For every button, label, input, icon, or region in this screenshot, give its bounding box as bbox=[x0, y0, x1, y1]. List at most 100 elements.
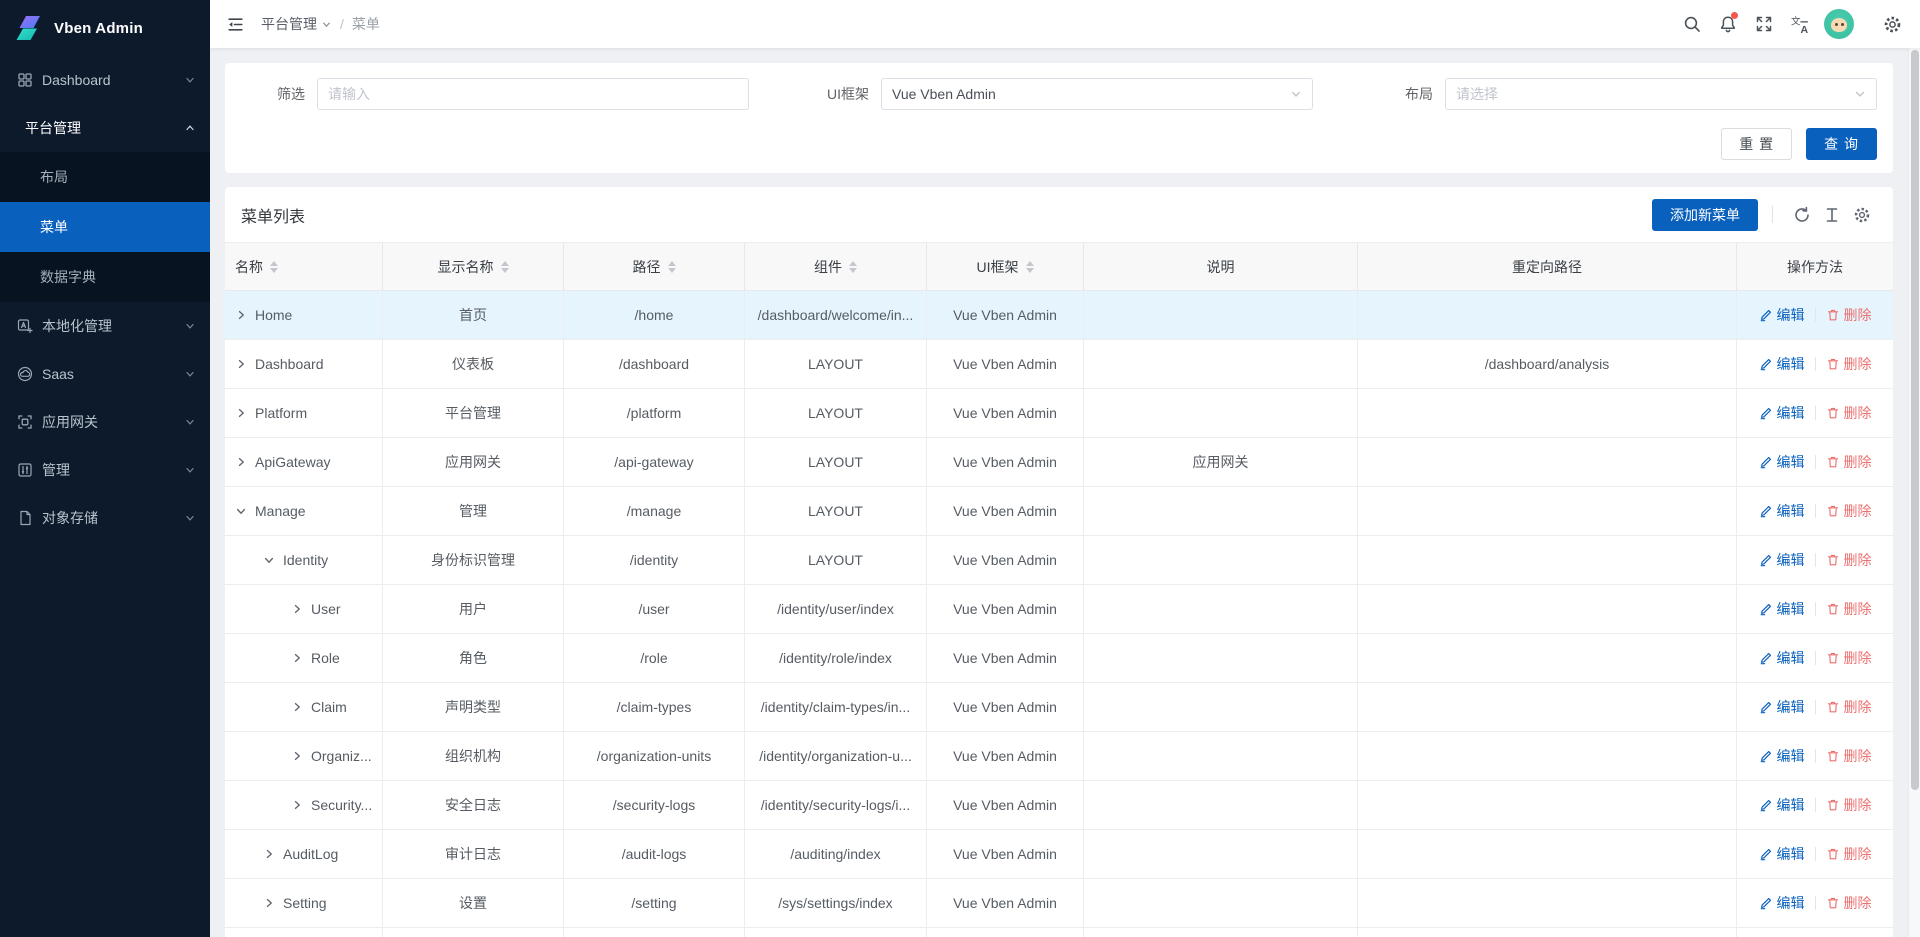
table-row[interactable]: Home首页/home/dashboard/welcome/in...Vue V… bbox=[225, 291, 1893, 340]
column-header-component[interactable]: 组件 bbox=[745, 243, 927, 290]
delete-button[interactable]: 删除 bbox=[1826, 354, 1872, 374]
table-row[interactable]: Setting设置/setting/sys/settings/indexVue … bbox=[225, 879, 1893, 928]
edit-button[interactable]: 编辑 bbox=[1759, 648, 1805, 668]
table-row[interactable]: Role角色/role/identity/role/indexVue Vben … bbox=[225, 634, 1893, 683]
delete-button[interactable]: 删除 bbox=[1826, 648, 1872, 668]
sort-icon[interactable] bbox=[1026, 261, 1034, 273]
table-row[interactable]: ApiGateway应用网关/api-gatewayLAYOUTVue Vben… bbox=[225, 438, 1893, 487]
menu-list-panel: 菜单列表 添加新菜单 名称显示名称路径组件UI框架说明重定向路径操作方法 bbox=[225, 187, 1893, 937]
layout-select[interactable]: 请选择 bbox=[1445, 78, 1877, 110]
column-header-ui-framework[interactable]: UI框架 bbox=[927, 243, 1084, 290]
sort-icon[interactable] bbox=[849, 261, 857, 273]
breadcrumb-platform[interactable]: 平台管理 bbox=[261, 14, 332, 34]
table-row[interactable]: AuditLog审计日志/audit-logs/auditing/indexVu… bbox=[225, 830, 1893, 879]
settings-gear-icon[interactable] bbox=[1874, 6, 1910, 42]
sidebar-item-saas[interactable]: Saas bbox=[0, 350, 210, 398]
filter-input[interactable] bbox=[317, 78, 749, 110]
sidebar-item-data-dictionary[interactable]: 数据字典 bbox=[0, 252, 210, 302]
expand-chevron-icon[interactable] bbox=[235, 358, 247, 370]
edit-button[interactable]: 编辑 bbox=[1759, 893, 1805, 913]
cell-ui-framework: Vue Vben Admin bbox=[927, 585, 1084, 633]
expand-chevron-icon[interactable] bbox=[235, 309, 247, 321]
delete-button[interactable]: 删除 bbox=[1826, 550, 1872, 570]
table-row[interactable]: Manage管理/manageLAYOUTVue Vben Admin编辑删除 bbox=[225, 487, 1893, 536]
expand-chevron-icon[interactable] bbox=[291, 701, 303, 713]
reset-button[interactable]: 重 置 bbox=[1721, 128, 1792, 160]
expand-chevron-icon[interactable] bbox=[291, 603, 303, 615]
expand-chevron-icon[interactable] bbox=[291, 799, 303, 811]
edit-button[interactable]: 编辑 bbox=[1759, 305, 1805, 325]
edit-button[interactable]: 编辑 bbox=[1759, 452, 1805, 472]
delete-button[interactable]: 删除 bbox=[1826, 844, 1872, 864]
sidebar-item-app-gateway[interactable]: 应用网关 bbox=[0, 398, 210, 446]
cell-component: /identity/security-logs/i... bbox=[745, 781, 927, 829]
edit-button[interactable]: 编辑 bbox=[1759, 844, 1805, 864]
sidebar-item-layout[interactable]: 布局 bbox=[0, 152, 210, 202]
delete-button[interactable]: 删除 bbox=[1826, 452, 1872, 472]
expand-chevron-icon[interactable] bbox=[291, 652, 303, 664]
sidebar-item-menu[interactable]: 菜单 bbox=[0, 202, 210, 252]
table-row[interactable]: User用户/user/identity/user/indexVue Vben … bbox=[225, 585, 1893, 634]
search-icon[interactable] bbox=[1674, 6, 1710, 42]
delete-button[interactable]: 删除 bbox=[1826, 305, 1872, 325]
edit-button[interactable]: 编辑 bbox=[1759, 795, 1805, 815]
column-settings-gear-icon[interactable] bbox=[1847, 200, 1877, 230]
edit-button[interactable]: 编辑 bbox=[1759, 746, 1805, 766]
cell-description bbox=[1084, 634, 1358, 682]
ui-framework-select[interactable]: Vue Vben Admin bbox=[881, 78, 1313, 110]
expand-chevron-icon[interactable] bbox=[235, 407, 247, 419]
expand-chevron-icon[interactable] bbox=[263, 848, 275, 860]
expand-chevron-icon[interactable] bbox=[235, 456, 247, 468]
action-divider bbox=[1815, 651, 1816, 665]
expand-chevron-icon[interactable] bbox=[235, 505, 247, 517]
sidebar-item-dashboard[interactable]: Dashboard bbox=[0, 56, 210, 104]
edit-button[interactable]: 编辑 bbox=[1759, 354, 1805, 374]
delete-button[interactable]: 删除 bbox=[1826, 403, 1872, 423]
cell-name: Claim bbox=[225, 683, 383, 731]
sidebar-item-management[interactable]: 管理 bbox=[0, 446, 210, 494]
sidebar-item-localization-management[interactable]: 本地化管理 bbox=[0, 302, 210, 350]
sidebar-item-object-storage[interactable]: 对象存储 bbox=[0, 494, 210, 542]
delete-button[interactable]: 删除 bbox=[1826, 795, 1872, 815]
edit-button[interactable]: 编辑 bbox=[1759, 550, 1805, 570]
delete-button[interactable]: 删除 bbox=[1826, 893, 1872, 913]
row-height-icon[interactable] bbox=[1817, 200, 1847, 230]
table-row[interactable]: Organiz...组织机构/organization-units/identi… bbox=[225, 732, 1893, 781]
notification-bell-icon[interactable] bbox=[1710, 6, 1746, 42]
delete-button[interactable]: 删除 bbox=[1826, 599, 1872, 619]
edit-button[interactable]: 编辑 bbox=[1759, 599, 1805, 619]
column-header-display-name[interactable]: 显示名称 bbox=[383, 243, 564, 290]
edit-button[interactable]: 编辑 bbox=[1759, 403, 1805, 423]
edit-button[interactable]: 编辑 bbox=[1759, 501, 1805, 521]
collapse-sidebar-icon[interactable] bbox=[226, 15, 245, 34]
sort-icon[interactable] bbox=[501, 261, 509, 273]
table-row[interactable]: Platform平台管理/platformLAYOUTVue Vben Admi… bbox=[225, 389, 1893, 438]
fullscreen-icon[interactable] bbox=[1746, 6, 1782, 42]
user-avatar[interactable] bbox=[1824, 9, 1854, 39]
delete-button[interactable]: 删除 bbox=[1826, 746, 1872, 766]
app-logo[interactable]: Vben Admin bbox=[0, 0, 210, 56]
table-row[interactable]: Identity身份标识管理/identityLAYOUTVue Vben Ad… bbox=[225, 536, 1893, 585]
sort-icon[interactable] bbox=[668, 261, 676, 273]
delete-button[interactable]: 删除 bbox=[1826, 501, 1872, 521]
column-header-path[interactable]: 路径 bbox=[564, 243, 745, 290]
table-row[interactable]: Claim声明类型/claim-types/identity/claim-typ… bbox=[225, 683, 1893, 732]
add-menu-button[interactable]: 添加新菜单 bbox=[1652, 199, 1758, 231]
sidebar-item-platform-management[interactable]: 平台管理 bbox=[0, 104, 210, 152]
table-row[interactable]: Security...安全日志/security-logs/identity/s… bbox=[225, 781, 1893, 830]
sort-icon[interactable] bbox=[270, 261, 278, 273]
expand-chevron-icon[interactable] bbox=[291, 750, 303, 762]
delete-button[interactable]: 删除 bbox=[1826, 697, 1872, 717]
edit-button[interactable]: 编辑 bbox=[1759, 697, 1805, 717]
column-header-name[interactable]: 名称 bbox=[225, 243, 383, 290]
cell-display-name: 首页 bbox=[383, 291, 564, 339]
expand-chevron-icon[interactable] bbox=[263, 554, 275, 566]
sidebar-item-label: Saas bbox=[42, 366, 184, 382]
refresh-icon[interactable] bbox=[1787, 200, 1817, 230]
search-button[interactable]: 查 询 bbox=[1806, 128, 1877, 160]
table-row[interactable]: Dashboard仪表板/dashboardLAYOUTVue Vben Adm… bbox=[225, 340, 1893, 389]
translate-icon[interactable]: 文 A bbox=[1782, 6, 1818, 42]
action-divider bbox=[1815, 504, 1816, 518]
scrollbar-thumb[interactable] bbox=[1911, 50, 1919, 790]
expand-chevron-icon[interactable] bbox=[263, 897, 275, 909]
